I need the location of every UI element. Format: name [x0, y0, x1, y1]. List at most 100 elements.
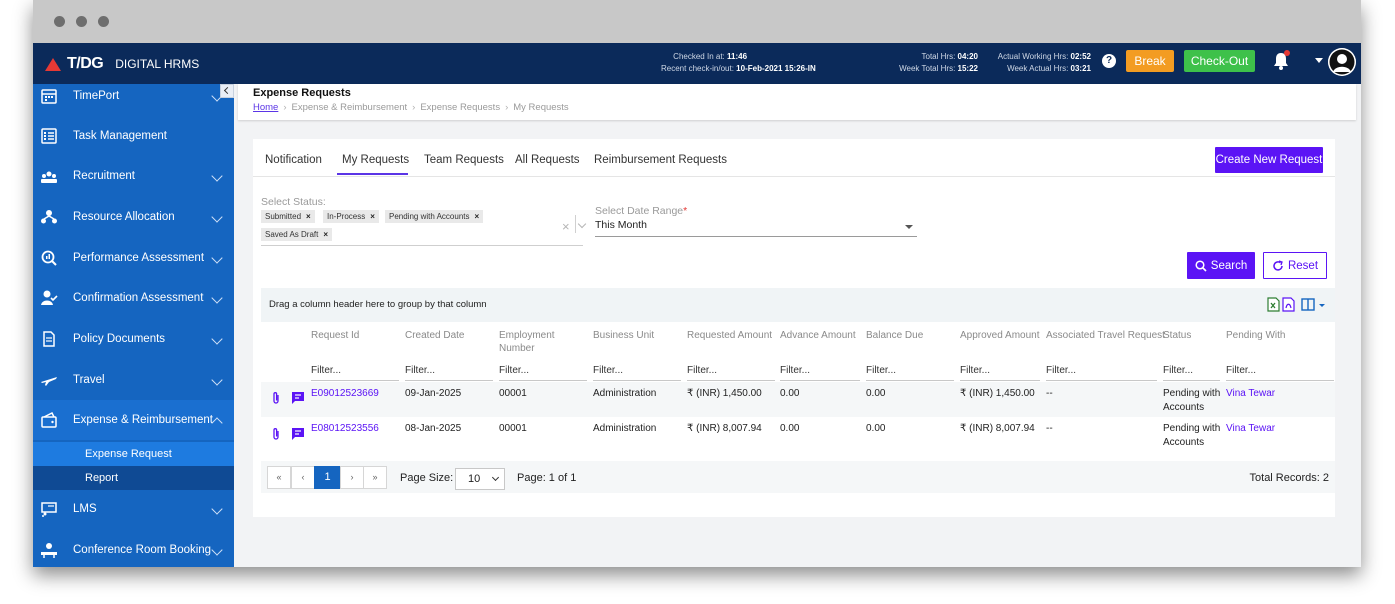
- breadcrumb-item[interactable]: Expense Requests: [420, 102, 500, 113]
- chip-label: Submitted: [265, 212, 302, 221]
- avatar[interactable]: [1328, 48, 1356, 76]
- chevron-down-icon: [211, 544, 223, 556]
- search-chart-icon: [41, 250, 57, 266]
- week-actual-value: 03:21: [1070, 64, 1091, 73]
- reset-button[interactable]: Reset: [1263, 252, 1327, 279]
- chevron-down-icon[interactable]: [577, 219, 587, 229]
- column-header-status[interactable]: Status: [1163, 329, 1191, 342]
- search-icon: [1195, 259, 1207, 272]
- pager-last-button[interactable]: »: [363, 466, 387, 489]
- pending-with-link[interactable]: Vina Tewar: [1226, 422, 1275, 436]
- pager-page-1-button[interactable]: 1: [314, 466, 341, 489]
- request-id-link[interactable]: E08012523556: [311, 422, 379, 436]
- date-range-label: Select Date Range*: [595, 205, 687, 217]
- sidebar-collapse-button[interactable]: [220, 84, 234, 98]
- filter-employment-number[interactable]: Filter...: [499, 365, 587, 381]
- active-tab-indicator: [337, 173, 408, 175]
- pdf-export-icon[interactable]: [1282, 297, 1295, 312]
- filter-request-id[interactable]: Filter...: [311, 365, 399, 381]
- pager-first-button[interactable]: «: [267, 466, 291, 489]
- sidebar-item-timeport[interactable]: TimePort: [33, 76, 234, 116]
- chip-remove-icon[interactable]: ×: [306, 212, 311, 221]
- refresh-icon: [1273, 259, 1283, 271]
- window-dot-minimize[interactable]: [76, 16, 87, 27]
- filter-business-unit[interactable]: Filter...: [593, 365, 681, 381]
- submenu-item-expense-request[interactable]: Expense Request: [33, 442, 234, 466]
- attachment-icon[interactable]: [271, 391, 281, 405]
- attachment-icon[interactable]: [271, 427, 281, 441]
- column-header-advance-amount[interactable]: Advance Amount: [780, 329, 856, 342]
- chip-remove-icon[interactable]: ×: [323, 230, 328, 239]
- sidebar-item-performance-assessment[interactable]: Performance Assessment: [33, 238, 234, 278]
- chevron-down-icon: [211, 292, 223, 304]
- submenu-item-report[interactable]: Report: [33, 466, 234, 490]
- filter-associated-travel[interactable]: Filter...: [1046, 365, 1157, 381]
- tab-notification[interactable]: Notification: [265, 154, 322, 166]
- breadcrumb-home-link[interactable]: Home: [253, 102, 278, 113]
- column-header-request-id[interactable]: Request Id: [311, 329, 359, 342]
- sidebar-item-resource-allocation[interactable]: Resource Allocation: [33, 197, 234, 237]
- column-header-business-unit[interactable]: Business Unit: [593, 329, 654, 342]
- column-header-employment-number[interactable]: Employment Number: [499, 329, 559, 355]
- column-header-approved-amount[interactable]: Approved Amount: [960, 329, 1040, 342]
- pager-next-button[interactable]: ›: [340, 466, 364, 489]
- profile-menu-caret-icon[interactable]: [1315, 58, 1323, 63]
- window-dot-maximize[interactable]: [98, 16, 109, 27]
- group-by-panel[interactable]: Drag a column header here to group by th…: [261, 288, 1335, 322]
- sidebar-item-lms[interactable]: LMS: [33, 489, 234, 529]
- sidebar-item-policy-documents[interactable]: Policy Documents: [33, 319, 234, 359]
- tab-reimbursement-requests[interactable]: Reimbursement Requests: [594, 154, 727, 166]
- sidebar-item-recruitment[interactable]: Recruitment: [33, 156, 234, 196]
- window-dot-close[interactable]: [54, 16, 65, 27]
- create-new-request-button[interactable]: Create New Request: [1215, 147, 1323, 173]
- filter-balance-due[interactable]: Filter...: [866, 365, 954, 381]
- clear-status-icon[interactable]: ×: [562, 219, 570, 234]
- column-header-requested-amount[interactable]: Requested Amount: [687, 329, 772, 342]
- chip-remove-icon[interactable]: ×: [475, 212, 480, 221]
- tab-all-requests[interactable]: All Requests: [515, 154, 580, 166]
- request-id-link[interactable]: E09012523669: [311, 387, 379, 401]
- chip-remove-icon[interactable]: ×: [370, 212, 375, 221]
- breadcrumb-item[interactable]: Expense & Reimbursement: [292, 102, 408, 113]
- date-range-select[interactable]: This Month: [595, 219, 917, 237]
- sidebar-item-travel[interactable]: Travel: [33, 360, 234, 400]
- filter-advance-amount[interactable]: Filter...: [780, 365, 860, 381]
- brand-logo[interactable]: T/DG DIGITAL HRMS: [45, 55, 199, 73]
- help-icon[interactable]: ?: [1102, 54, 1116, 68]
- pager-prev-button[interactable]: ‹: [291, 466, 315, 489]
- filter-requested-amount[interactable]: Filter...: [687, 365, 775, 381]
- sidebar-item-task-management[interactable]: Task Management: [33, 116, 234, 156]
- sidebar-item-label: Recruitment: [73, 170, 135, 182]
- page-size-select[interactable]: 10: [455, 468, 505, 490]
- lms-icon: [41, 502, 57, 517]
- chevron-down-icon[interactable]: [1319, 297, 1325, 312]
- sidebar-item-confirmation-assessment[interactable]: Confirmation Assessment: [33, 278, 234, 318]
- column-header-associated-travel[interactable]: Associated Travel Request: [1046, 329, 1165, 342]
- sidebar-item-conference-room-booking[interactable]: Conference Room Booking: [33, 530, 234, 567]
- pending-with-link[interactable]: Vina Tewar: [1226, 387, 1275, 401]
- excel-export-icon[interactable]: [1267, 297, 1280, 312]
- column-header-pending-with[interactable]: Pending With: [1226, 329, 1285, 342]
- checkout-button[interactable]: Check-Out: [1184, 50, 1255, 72]
- cell-employment-number: 00001: [499, 423, 527, 434]
- cell-status: Pending with Accounts: [1163, 388, 1221, 413]
- break-button[interactable]: Break: [1126, 50, 1174, 72]
- sidebar-item-expense-reimbursement[interactable]: Expense & Reimbursement: [33, 400, 234, 440]
- column-header-created-date[interactable]: Created Date: [405, 329, 464, 342]
- tab-team-requests[interactable]: Team Requests: [424, 154, 504, 166]
- status-multiselect[interactable]: Submitted × In-Process × Pending with Acco…: [261, 209, 587, 246]
- filter-created-date[interactable]: Filter...: [405, 365, 493, 381]
- search-button[interactable]: Search: [1187, 252, 1255, 279]
- comment-icon[interactable]: [291, 427, 305, 440]
- column-header-balance-due[interactable]: Balance Due: [866, 329, 923, 342]
- sidebar-item-label: Travel: [73, 374, 105, 386]
- column-chooser-icon[interactable]: [1301, 297, 1315, 312]
- comment-icon[interactable]: [291, 391, 305, 404]
- cell-associated-travel: --: [1046, 388, 1053, 399]
- filter-approved-amount[interactable]: Filter...: [960, 365, 1040, 381]
- tab-my-requests[interactable]: My Requests: [342, 154, 409, 166]
- filter-status[interactable]: Filter...: [1163, 365, 1220, 381]
- filter-pending-with[interactable]: Filter...: [1226, 365, 1334, 381]
- page-size-value: 10: [468, 473, 481, 485]
- notification-dot: [1284, 50, 1290, 56]
